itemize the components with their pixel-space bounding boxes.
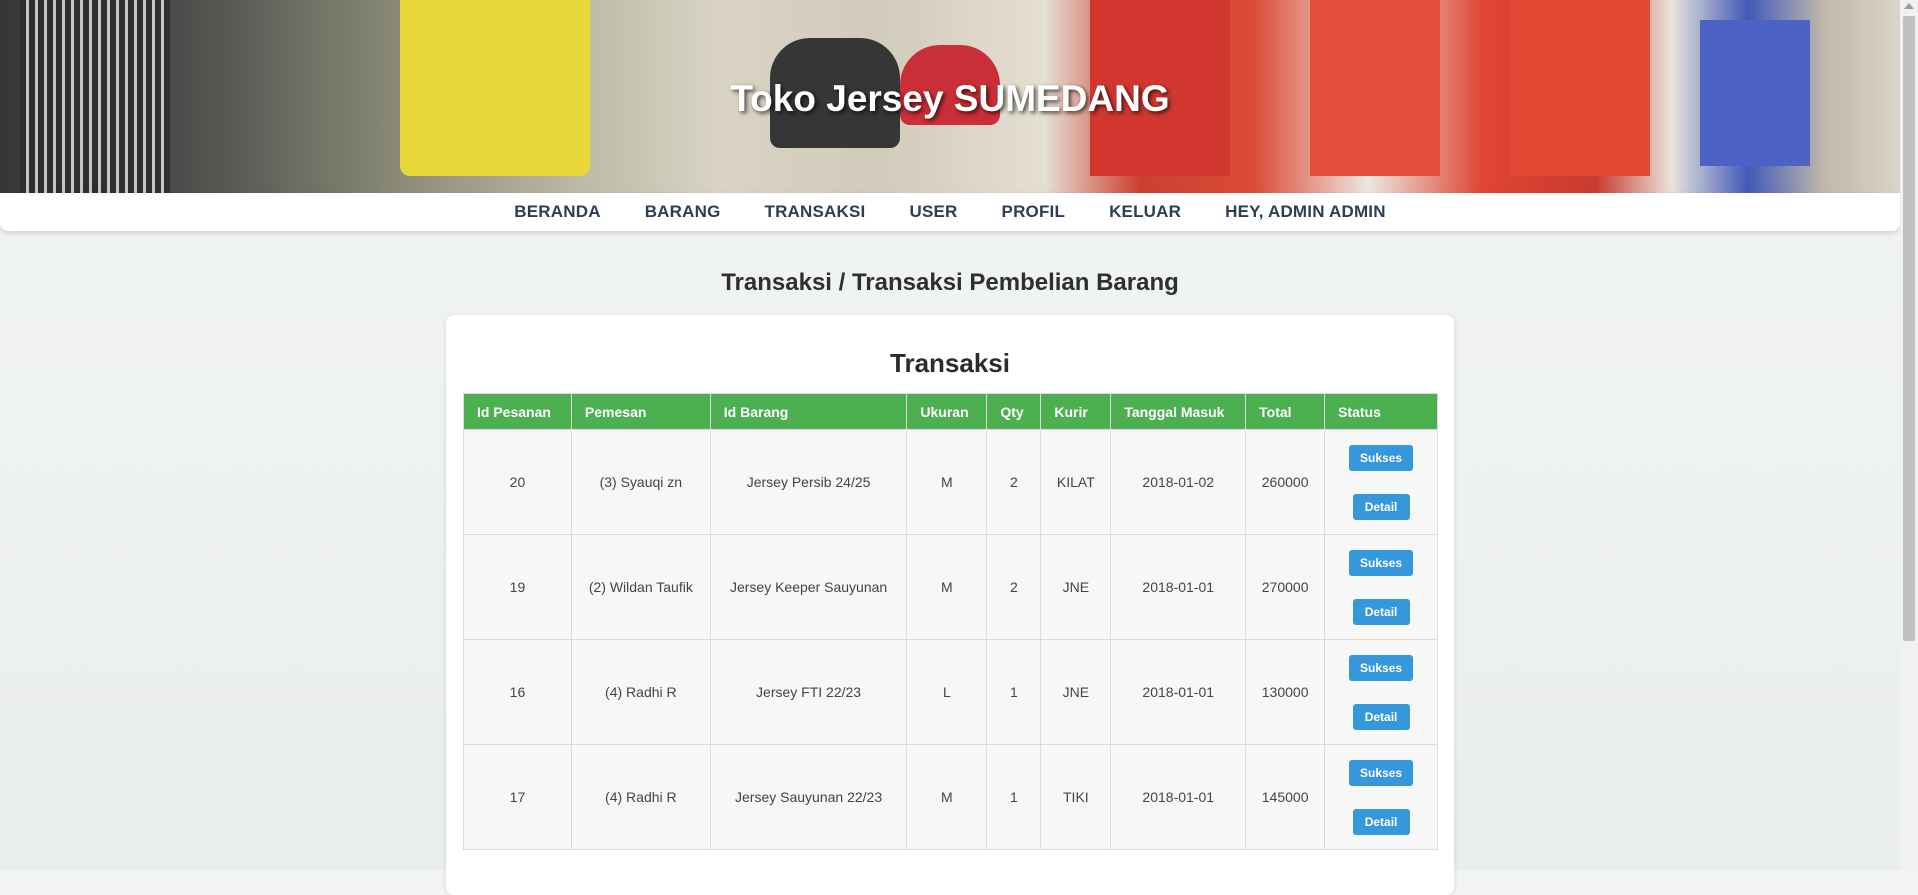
nav-profil[interactable]: PROFIL: [980, 202, 1088, 222]
cell-ukuran: M: [906, 744, 988, 850]
col-total: Total: [1245, 393, 1326, 430]
transaction-table: Id Pesanan Pemesan Id Barang Ukuran Qty …: [463, 393, 1438, 850]
cell-kurir: JNE: [1040, 534, 1112, 640]
col-pemesan: Pemesan: [570, 393, 711, 430]
cell-pemesan: (4) Radhi R: [570, 639, 711, 745]
col-tanggal-masuk: Tanggal Masuk: [1110, 393, 1247, 430]
cell-id: 16: [463, 639, 572, 745]
cell-status: Sukses Detail: [1324, 639, 1438, 745]
cell-qty: 2: [986, 429, 1042, 535]
detail-button[interactable]: Detail: [1352, 493, 1410, 520]
nav-transaksi[interactable]: TRANSAKSI: [743, 202, 888, 222]
cell-tanggal: 2018-01-01: [1110, 534, 1247, 640]
cell-barang: Jersey Sauyunan 22/23: [709, 744, 908, 850]
cell-tanggal: 2018-01-01: [1110, 744, 1247, 850]
cell-qty: 2: [986, 534, 1042, 640]
nav-keluar[interactable]: KELUAR: [1087, 202, 1203, 222]
sukses-button[interactable]: Sukses: [1349, 759, 1414, 786]
sukses-button[interactable]: Sukses: [1349, 444, 1414, 471]
site-title: Toko Jersey SUMEDANG: [730, 78, 1170, 119]
cell-total: 260000: [1245, 429, 1326, 535]
cell-id: 17: [463, 744, 572, 850]
detail-button[interactable]: Detail: [1352, 703, 1410, 730]
table-row: 20 (3) Syauqi zn Jersey Persib 24/25 M 2…: [463, 429, 1438, 535]
cell-ukuran: L: [906, 639, 988, 745]
cell-pemesan: (3) Syauqi zn: [570, 429, 711, 535]
sukses-button[interactable]: Sukses: [1349, 654, 1414, 681]
col-status: Status: [1324, 393, 1438, 430]
card-title: Transaksi: [890, 348, 1010, 378]
hero-banner: Toko Jersey SUMEDANG: [0, 0, 1900, 196]
cell-pemesan: (2) Wildan Taufik: [570, 534, 711, 640]
table-row: 19 (2) Wildan Taufik Jersey Keeper Sauyu…: [463, 534, 1438, 640]
transaction-card: Transaksi Id Pesanan Pemesan Id Barang U…: [446, 315, 1454, 895]
page-scrollbar[interactable]: [1900, 0, 1918, 870]
cell-barang: Jersey Keeper Sauyunan: [709, 534, 908, 640]
sukses-button[interactable]: Sukses: [1349, 549, 1414, 576]
col-id-pesanan: Id Pesanan: [463, 393, 572, 430]
cell-qty: 1: [986, 639, 1042, 745]
cell-barang: Jersey Persib 24/25: [709, 429, 908, 535]
col-kurir: Kurir: [1040, 393, 1112, 430]
cell-barang: Jersey FTI 22/23: [709, 639, 908, 745]
nav-greeting[interactable]: HEY, ADMIN ADMIN: [1203, 202, 1408, 222]
table-row: 17 (4) Radhi R Jersey Sauyunan 22/23 M 1…: [463, 744, 1438, 850]
detail-button[interactable]: Detail: [1352, 598, 1410, 625]
cell-qty: 1: [986, 744, 1042, 850]
cell-status: Sukses Detail: [1324, 429, 1438, 535]
cell-ukuran: M: [906, 429, 988, 535]
nav-barang[interactable]: BARANG: [623, 202, 743, 222]
cell-kurir: KILAT: [1040, 429, 1112, 535]
nav-user[interactable]: USER: [887, 202, 979, 222]
cell-total: 130000: [1245, 639, 1326, 745]
scrollbar-thumb[interactable]: [1903, 16, 1915, 641]
cell-total: 270000: [1245, 534, 1326, 640]
cell-tanggal: 2018-01-01: [1110, 639, 1247, 745]
cell-ukuran: M: [906, 534, 988, 640]
cell-pemesan: (4) Radhi R: [570, 744, 711, 850]
table-header-row: Id Pesanan Pemesan Id Barang Ukuran Qty …: [463, 393, 1438, 430]
nav-beranda[interactable]: BERANDA: [492, 202, 622, 222]
cell-status: Sukses Detail: [1324, 744, 1438, 850]
cell-total: 145000: [1245, 744, 1326, 850]
main-navbar: BERANDA BARANG TRANSAKSI USER PROFIL KEL…: [0, 193, 1900, 231]
cell-id: 20: [463, 429, 572, 535]
col-ukuran: Ukuran: [906, 393, 988, 430]
scroll-up-arrow-icon[interactable]: [1904, 3, 1914, 9]
table-row: 16 (4) Radhi R Jersey FTI 22/23 L 1 JNE …: [463, 639, 1438, 745]
cell-kurir: JNE: [1040, 639, 1112, 745]
cell-status: Sukses Detail: [1324, 534, 1438, 640]
cell-tanggal: 2018-01-02: [1110, 429, 1247, 535]
col-id-barang: Id Barang: [709, 393, 908, 430]
cell-id: 19: [463, 534, 572, 640]
detail-button[interactable]: Detail: [1352, 808, 1410, 835]
col-qty: Qty: [986, 393, 1042, 430]
cell-kurir: TIKI: [1040, 744, 1112, 850]
page-heading: Transaksi / Transaksi Pembelian Barang: [721, 269, 1179, 296]
